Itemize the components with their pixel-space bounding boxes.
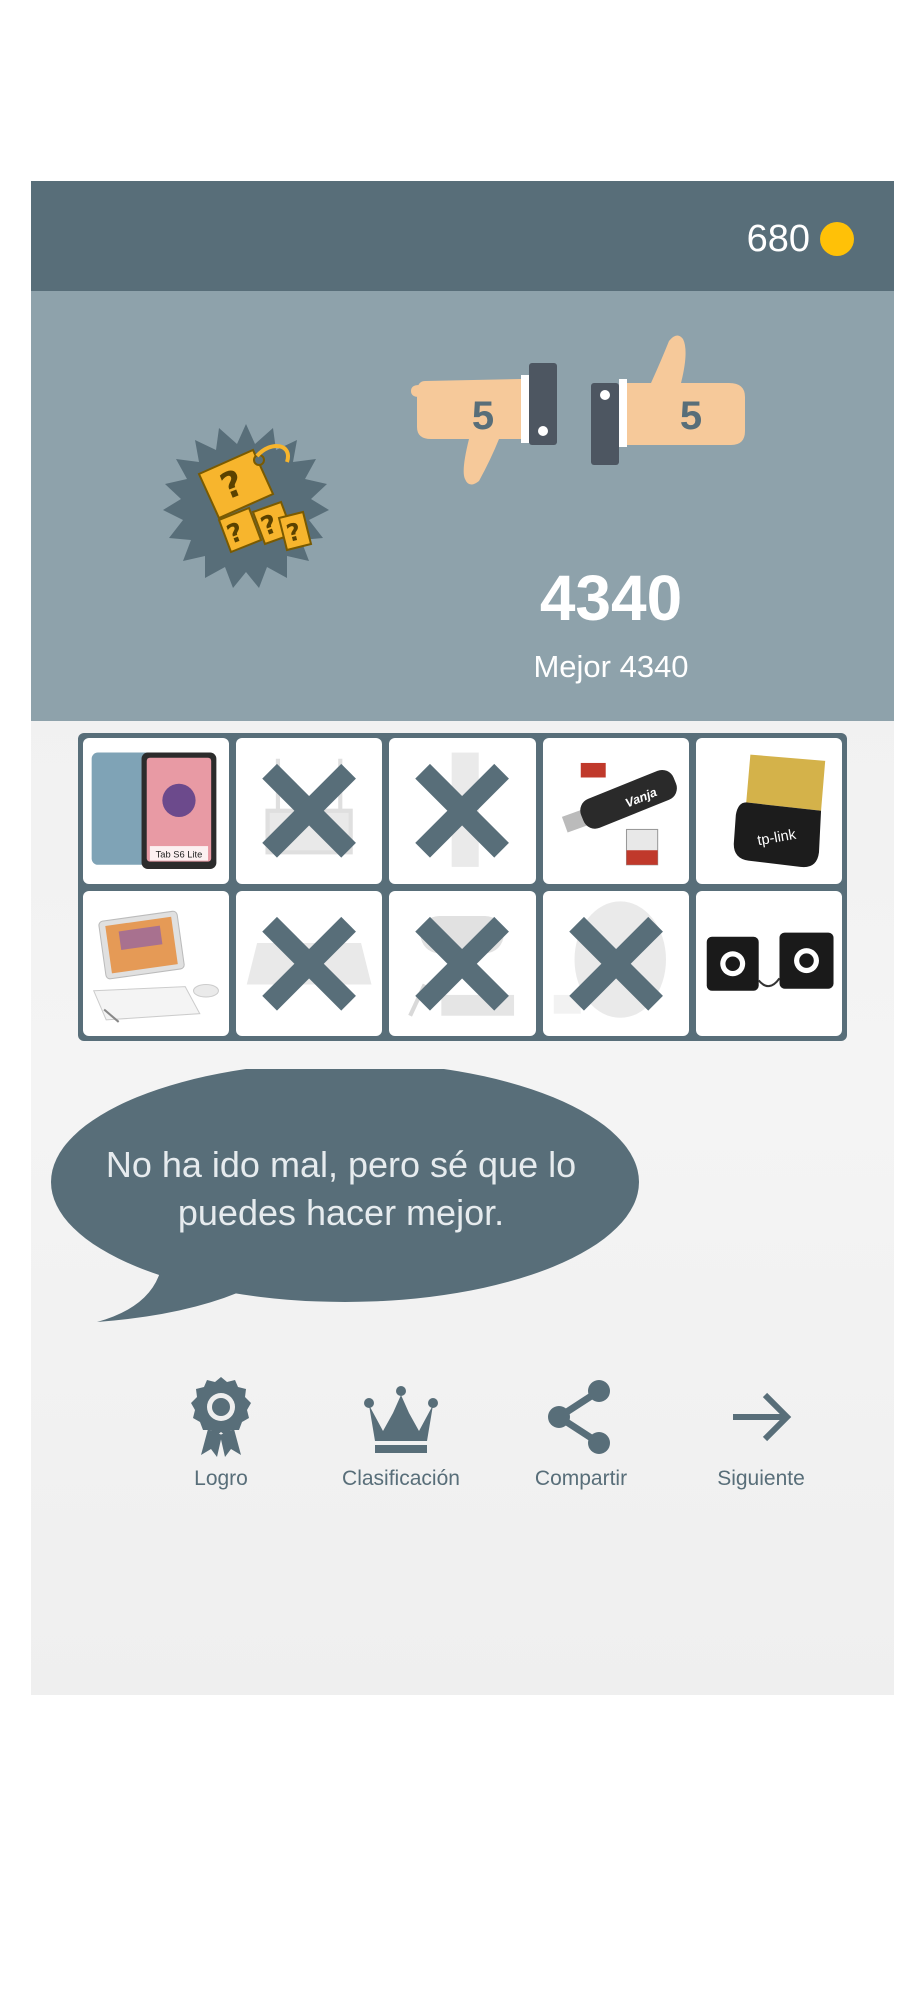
product-tile[interactable]: Tab S6 Lite <box>83 738 230 884</box>
thumbs-up-icon <box>591 335 745 465</box>
product-tile-locked[interactable] <box>389 890 536 1036</box>
arrow-right-icon <box>733 1392 792 1442</box>
coin-count: 680 <box>746 218 810 260</box>
mystery-price-tag-icon: ? ? ? ? <box>163 424 329 588</box>
dislikes-count: 5 <box>471 394 495 438</box>
product-tile[interactable]: tp-link <box>695 738 842 884</box>
share-label: Compartir <box>534 1467 628 1490</box>
share-button[interactable]: Compartir <box>491 1377 671 1491</box>
next-label: Siguiente <box>717 1467 805 1490</box>
top-bar: 680 <box>31 181 894 291</box>
results-screen: 680 ? ? ? ? 5 5 4340 Mejor 4340 Tab S6 L… <box>31 181 894 1695</box>
product-tile[interactable] <box>83 890 230 1036</box>
product-tile-locked[interactable] <box>542 890 689 1036</box>
product-tile-locked[interactable] <box>389 738 536 884</box>
product-tile-locked[interactable] <box>236 890 383 1036</box>
achievement-label: Logro <box>194 1467 248 1490</box>
tablet-image: Tab S6 Lite <box>91 752 217 869</box>
coin-icon <box>820 222 854 256</box>
best-score: Mejor 4340 <box>533 649 689 684</box>
bluetooth-adapter-image: tp-link <box>733 754 826 868</box>
product-tile[interactable] <box>695 890 842 1036</box>
product-tile[interactable]: Vanja <box>542 738 689 884</box>
speakers-image <box>706 932 834 991</box>
award-icon <box>191 1377 251 1457</box>
tablet-keyboard-image <box>92 910 219 1023</box>
crown-icon <box>364 1386 438 1453</box>
feedback-message: No ha ido mal, pero sé que lo puedes hac… <box>105 1144 577 1233</box>
achievement-button[interactable]: Logro <box>131 1377 311 1491</box>
next-button[interactable]: Siguiente <box>671 1377 851 1491</box>
product-grid: Tab S6 Lite Vanja tp-link <box>78 733 847 1041</box>
leaderboard-button[interactable]: Clasificación <box>311 1377 491 1491</box>
action-bar: Logro Clasificación Compartir Siguiente <box>131 1377 851 1507</box>
leaderboard-label: Clasificación <box>342 1467 460 1490</box>
product-tile-locked[interactable] <box>236 738 383 884</box>
share-icon <box>548 1380 610 1454</box>
likes-count: 5 <box>679 394 703 438</box>
coin-balance[interactable]: 680 <box>747 220 854 258</box>
card-reader-image: Vanja <box>561 762 677 866</box>
product-label: Tab S6 Lite <box>156 850 203 860</box>
score-panel: ? ? ? ? 5 5 4340 Mejor 4340 <box>31 291 894 721</box>
score-value: 4340 <box>539 562 683 634</box>
